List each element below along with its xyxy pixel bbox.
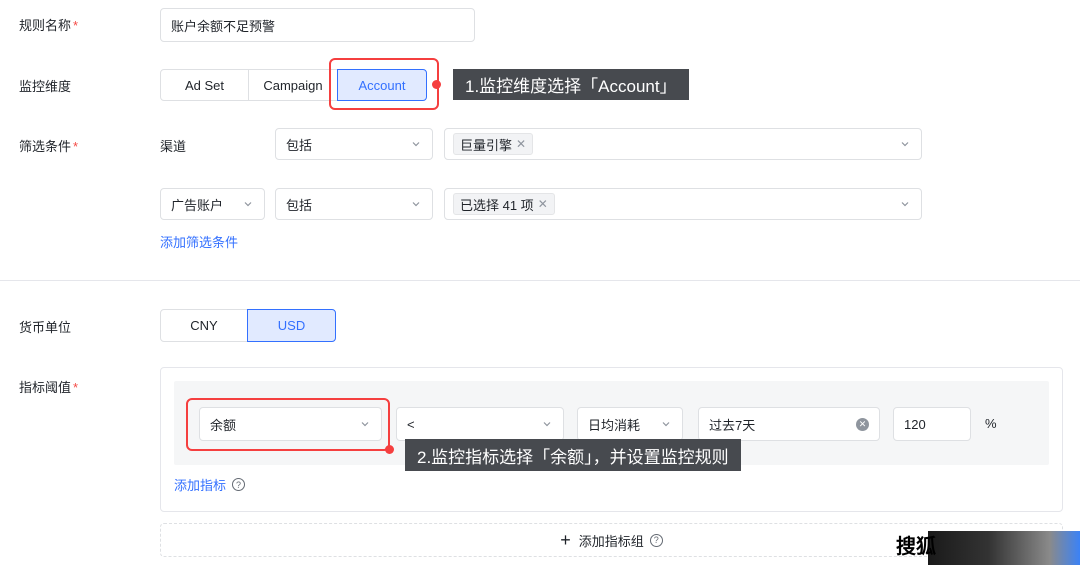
annotation-dot-1 — [432, 80, 441, 89]
chevron-down-icon — [899, 198, 911, 210]
currency-segmented: CNY USD — [160, 309, 336, 342]
add-metric-group-label: 添加指标组 — [578, 533, 644, 549]
clear-circle-icon[interactable]: ✕ — [856, 417, 869, 431]
chevron-down-icon — [660, 418, 672, 430]
threshold-unit: % — [985, 416, 997, 431]
filter-tag: 巨量引擎 ✕ — [453, 133, 534, 155]
highlight-box-metric — [186, 398, 390, 451]
filter-row2-field-select[interactable]: 广告账户 — [160, 188, 265, 220]
rule-name-value: 账户余额不足预警 — [171, 18, 276, 34]
period-value: 过去7天 — [709, 417, 756, 433]
aggregation-select[interactable]: 日均消耗 — [577, 407, 683, 441]
filter-tag: 已选择 41 项 ✕ — [453, 193, 555, 215]
chevron-down-icon — [242, 198, 254, 210]
threshold-value-input[interactable]: 120 — [893, 407, 971, 441]
filter-row2-field-value: 广告账户 — [171, 197, 224, 213]
filters-label: 筛选条件 * — [19, 139, 79, 154]
currency-option-usd[interactable]: USD — [247, 309, 336, 342]
chevron-down-icon — [541, 418, 553, 430]
dimension-option-adset[interactable]: Ad Set — [160, 69, 249, 101]
comparator-select[interactable]: < — [396, 407, 564, 441]
currency-label: 货币单位 — [19, 320, 72, 335]
plus-icon: + — [560, 530, 571, 550]
close-icon[interactable]: ✕ — [538, 197, 548, 211]
currency-option-cny[interactable]: CNY — [160, 309, 248, 342]
close-icon[interactable]: ✕ — [516, 137, 526, 151]
dimension-option-campaign[interactable]: Campaign — [248, 69, 338, 101]
dimension-option-account[interactable]: Account — [337, 69, 427, 101]
annotation-dot-2 — [385, 445, 394, 454]
help-circle-icon[interactable]: ? — [232, 478, 246, 491]
add-metric-link[interactable]: 添加指标 ? — [174, 475, 246, 494]
filter-row2-values-select[interactable]: 已选择 41 项 ✕ — [444, 188, 922, 220]
watermark-bar — [928, 531, 1080, 565]
threshold-label: 指标阈值 * — [19, 380, 79, 395]
filter-row1-values-select[interactable]: 巨量引擎 ✕ — [444, 128, 922, 160]
watermark-text: 搜狐 — [896, 536, 936, 558]
dimension-label: 监控维度 — [19, 79, 72, 94]
filter-row2-operator-value: 包括 — [286, 197, 313, 213]
chevron-down-icon — [410, 138, 422, 150]
aggregation-value: 日均消耗 — [588, 417, 641, 433]
comparator-value: < — [407, 416, 415, 432]
filter-row1-field: 渠道 — [160, 139, 187, 154]
rule-name-label: 规则名称 * — [19, 18, 79, 33]
rule-name-input[interactable]: 账户余额不足预警 — [160, 8, 475, 42]
filter-row2-operator-select[interactable]: 包括 — [275, 188, 433, 220]
help-circle-icon[interactable]: ? — [649, 533, 663, 547]
chevron-down-icon — [899, 138, 911, 150]
filter-row1-operator-value: 包括 — [286, 137, 313, 153]
chevron-down-icon — [410, 198, 422, 210]
add-metric-label: 添加指标 — [174, 478, 227, 493]
filter-row1-operator-select[interactable]: 包括 — [275, 128, 433, 160]
add-filter-link[interactable]: 添加筛选条件 — [160, 232, 238, 251]
annotation-tip-2: 2.监控指标选择「余额」，并设置监控规则 — [405, 439, 741, 471]
threshold-value: 120 — [904, 416, 926, 432]
section-divider — [0, 280, 1080, 281]
annotation-tip-1: 1.监控维度选择「Account」 — [453, 69, 689, 100]
dimension-segmented: Ad Set Campaign Account — [160, 69, 427, 101]
period-select[interactable]: 过去7天 ✕ — [698, 407, 880, 441]
